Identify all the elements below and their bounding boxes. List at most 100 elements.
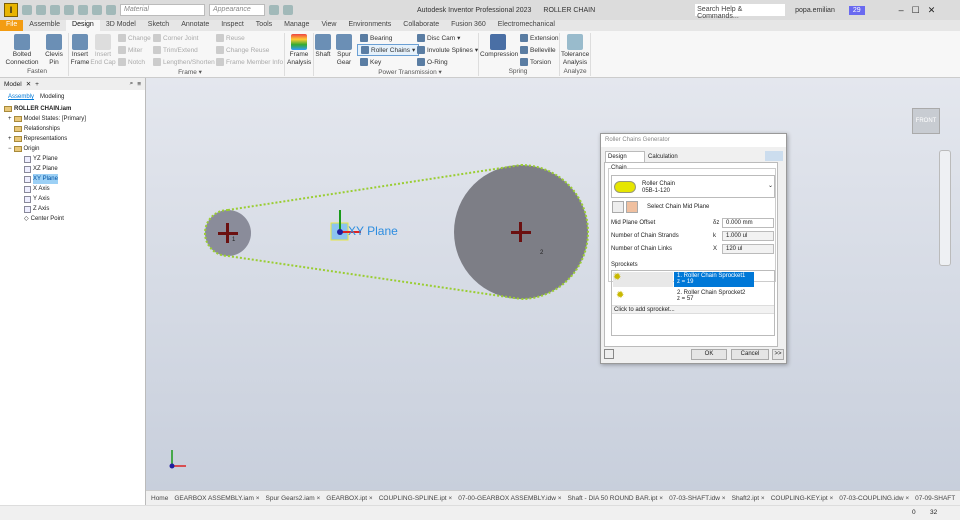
expand-button[interactable]: >> [772, 349, 784, 360]
tree-item-center-point[interactable]: ◇ Center Point [4, 214, 145, 224]
update-icon[interactable] [106, 5, 116, 15]
tree-item-y-axis[interactable]: Y Axis [4, 194, 145, 204]
tree-item-z-axis[interactable]: Z Axis [4, 204, 145, 214]
compression-button[interactable]: Compression [480, 34, 518, 59]
tab-model[interactable]: Model [4, 81, 22, 88]
tab-file[interactable]: File [0, 20, 24, 31]
doc-tab[interactable]: GEARBOX.ipt × [323, 495, 375, 502]
bearing-button[interactable]: Bearing [360, 34, 392, 42]
calc-toggle-icon[interactable] [765, 151, 783, 161]
clear-icon[interactable] [283, 5, 293, 15]
new-icon[interactable] [22, 5, 32, 15]
reuse-button[interactable]: Reuse [216, 34, 245, 42]
add-icon[interactable]: + [35, 81, 39, 88]
tree-item-root[interactable]: ROLLER CHAIN.iam [4, 104, 145, 114]
notch-button[interactable]: Notch [118, 58, 145, 66]
graphics-viewport[interactable]: XY Plane 1 2 FRONT [146, 78, 960, 490]
tree-item-xy-plane[interactable]: XY Plane [4, 174, 145, 184]
trim-extend-button[interactable]: Trim/Extend [153, 46, 198, 54]
close-icon[interactable]: ✕ [928, 5, 936, 16]
save-icon[interactable] [50, 5, 60, 15]
tab-annotate[interactable]: Annotate [175, 20, 215, 31]
insert-frame-button[interactable]: Insert Frame [70, 34, 90, 67]
undo-icon[interactable] [64, 5, 74, 15]
change-button[interactable]: Change [118, 34, 151, 42]
tab-tools[interactable]: Tools [250, 20, 278, 31]
torsion-button[interactable]: Torsion [520, 58, 551, 66]
close-icon[interactable]: ✕ [26, 80, 31, 88]
extension-button[interactable]: Extension [520, 34, 559, 42]
involute-splines-button[interactable]: Involute Splines ▾ [417, 46, 478, 54]
o-ring-button[interactable]: O-Ring [417, 58, 448, 66]
chain-links-input[interactable]: 120 ul [722, 244, 774, 254]
doc-tab[interactable]: 07-03-SHAFT.idw × [666, 495, 729, 502]
user-account[interactable]: popa.emilian [795, 7, 835, 14]
spur-gear-button[interactable]: Spur Gear [335, 34, 353, 67]
doc-tab[interactable]: Shaft - DIA 50 ROUND BAR.ipt × [565, 495, 667, 502]
doc-tab[interactable]: COUPLING-KEY.ipt × [768, 495, 837, 502]
change-reuse-button[interactable]: Change Reuse [216, 46, 269, 54]
tolerance-analysis-button[interactable]: Tolerance Analysis [561, 34, 589, 67]
maximize-icon[interactable]: ☐ [912, 5, 920, 16]
notifications-badge[interactable]: 29 [848, 5, 865, 15]
doc-tab[interactable]: 07-09-SHAFT [912, 495, 958, 502]
tab-fusion-360[interactable]: Fusion 360 [445, 20, 492, 31]
key-button[interactable]: Key [360, 58, 381, 66]
search-input[interactable]: Search Help & Commands... [695, 4, 786, 20]
redo-icon[interactable] [78, 5, 88, 15]
tab-design[interactable]: Design [66, 20, 100, 31]
clevis-pin-button[interactable]: Clevis Pin [44, 34, 64, 67]
tab-modeling[interactable]: Modeling [40, 94, 64, 100]
tab-design[interactable]: Design [605, 151, 645, 162]
member-info-button[interactable]: Frame Member Info [216, 58, 283, 66]
tree-item-representations[interactable]: + Representations [4, 134, 145, 144]
navigation-bar[interactable] [939, 150, 951, 266]
cancel-button[interactable]: Cancel [731, 349, 769, 360]
clear-selection-icon[interactable] [626, 201, 638, 213]
tab-assembly[interactable]: Assembly [8, 94, 34, 100]
doc-tab[interactable]: 07-03-COUPLING.idw × [836, 495, 912, 502]
tab-inspect[interactable]: Inspect [215, 20, 250, 31]
tab-electromechanical[interactable]: Electromechanical [492, 20, 561, 31]
search-icon[interactable]: ⌕ [130, 80, 134, 88]
mid-plane-offset-input[interactable]: 0.000 mm [722, 218, 774, 228]
tab-assemble[interactable]: Assemble [23, 20, 66, 31]
corner-joint-button[interactable]: Corner Joint [153, 34, 198, 42]
add-sprocket-row[interactable]: Click to add sprocket... [612, 305, 774, 314]
tab-view[interactable]: View [315, 20, 342, 31]
doc-tab[interactable]: Shaft2.ipt × [729, 495, 768, 502]
sprocket-controls[interactable]: ✹ [613, 272, 673, 287]
tree-item-origin[interactable]: − Origin [4, 144, 145, 154]
tree-item-yz-plane[interactable]: YZ Plane [4, 154, 145, 164]
tab-3d-model[interactable]: 3D Model [100, 20, 142, 31]
tree-item-relationships[interactable]: Relationships [4, 124, 145, 134]
home-icon[interactable] [92, 5, 102, 15]
tab-calculation[interactable]: Calculation [646, 152, 692, 162]
appearance-select[interactable]: Appearance [209, 4, 265, 16]
tree-item-x-axis[interactable]: X Axis [4, 184, 145, 194]
belleville-button[interactable]: Belleville [520, 46, 556, 54]
miter-button[interactable]: Miter [118, 46, 142, 54]
material-select[interactable]: Material [120, 4, 205, 16]
insert-end-cap-button[interactable]: Insert End Cap [90, 34, 116, 67]
doc-tab[interactable]: COUPLING-SPLINE.ipt × [376, 495, 456, 502]
chain-type-select[interactable]: Roller Chain 05B-1-120 ⌄ [611, 175, 775, 198]
tab-sketch[interactable]: Sketch [142, 20, 175, 31]
disc-cam-button[interactable]: Disc Cam ▾ [417, 34, 460, 42]
help-icon[interactable] [604, 349, 614, 359]
adjust-icon[interactable] [269, 5, 279, 15]
open-icon[interactable] [36, 5, 46, 15]
menu-icon[interactable]: ≡ [137, 81, 141, 88]
tab-collaborate[interactable]: Collaborate [397, 20, 445, 31]
roller-chains-button[interactable]: Roller Chains ▾ [357, 44, 420, 56]
tab-environments[interactable]: Environments [342, 20, 397, 31]
tab-manage[interactable]: Manage [278, 20, 315, 31]
minimize-icon[interactable]: – [899, 5, 904, 15]
doc-tab[interactable]: Spur Gears2.iam × [263, 495, 324, 502]
sprocket-row-1[interactable]: ✹ 1. Roller Chain Sprocket1 z = 19 [612, 271, 776, 288]
viewcube[interactable]: FRONT [912, 108, 940, 134]
chain-strands-select[interactable]: 1.000 ul [722, 231, 774, 241]
sprocket-row-2[interactable]: ✹ 2. Roller Chain Sprocket2 z = 57 [612, 289, 776, 304]
frame-analysis-button[interactable]: Frame Analysis [287, 34, 311, 67]
ok-button[interactable]: OK [691, 349, 727, 360]
